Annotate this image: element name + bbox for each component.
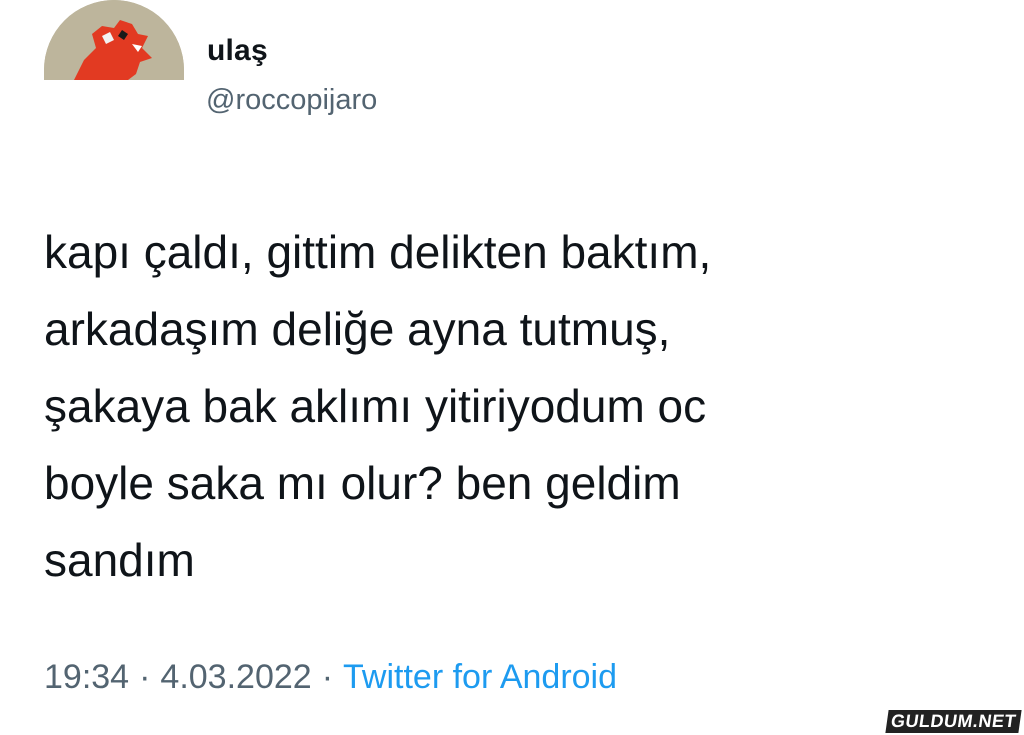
tweet-meta: 19:34 · 4.03.2022 · Twitter for Android (44, 658, 617, 697)
tweet-source-link[interactable]: Twitter for Android (343, 658, 617, 696)
avatar[interactable] (44, 0, 184, 80)
display-name[interactable]: ulaş (207, 34, 268, 68)
tweet-card: ulaş @roccopijaro kapı çaldı, gittim del… (0, 0, 1024, 735)
avatar-mask (0, 80, 200, 160)
tweet-text: kapı çaldı, gittim delikten baktım, arka… (44, 226, 712, 586)
meta-separator: · (321, 658, 334, 696)
watermark: GULDUM.NET (885, 710, 1022, 733)
meta-separator: · (139, 658, 151, 696)
tweet-date[interactable]: 4.03.2022 (160, 658, 311, 696)
username[interactable]: @roccopijaro (206, 84, 377, 117)
tweet-time[interactable]: 19:34 (44, 658, 129, 696)
avatar-red-figure-icon (44, 0, 184, 80)
